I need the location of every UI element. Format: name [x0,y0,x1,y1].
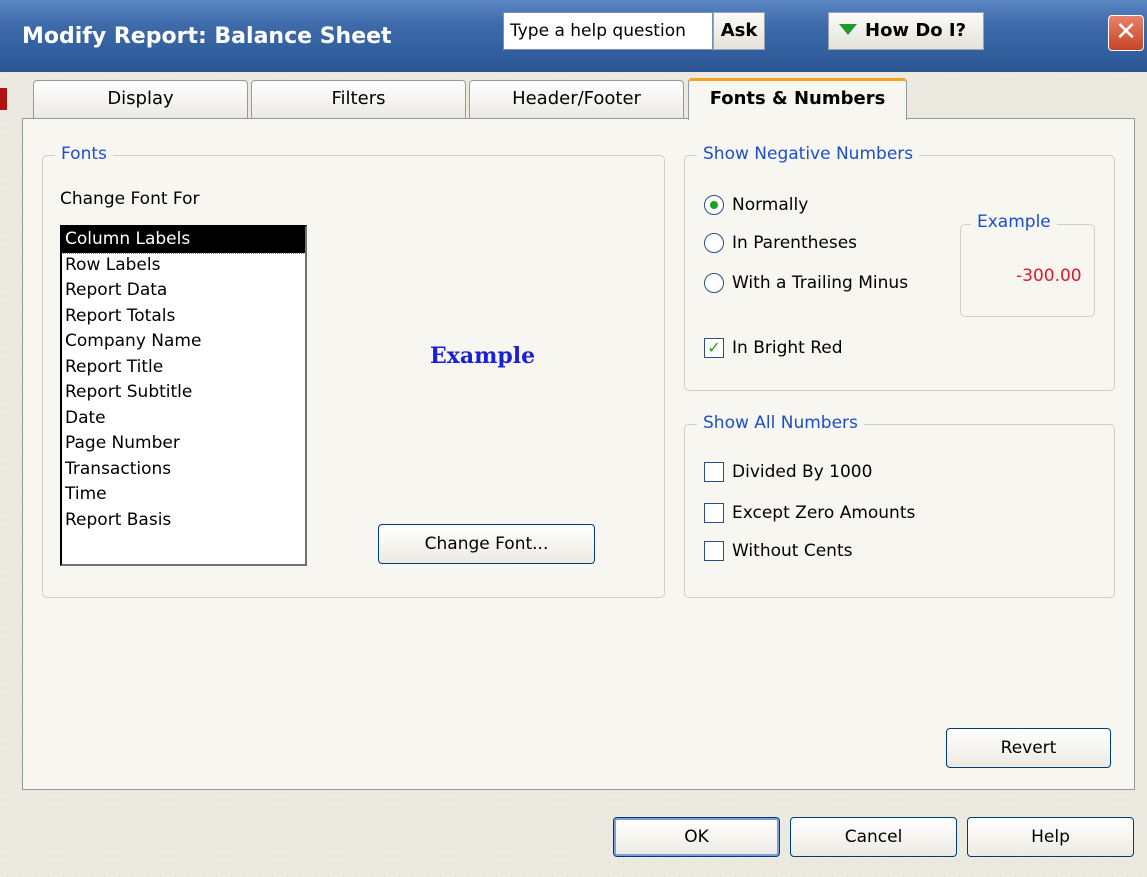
tab-header-footer[interactable]: Header/Footer [469,80,684,118]
font-element-listbox[interactable]: Column Labels Row Labels Report Data Rep… [60,225,307,566]
title-bar: Modify Report: Balance Sheet Type a help… [0,0,1147,72]
tab-fonts-numbers-label: Fonts & Numbers [709,88,886,109]
window-title: Modify Report: Balance Sheet [22,24,392,49]
list-item[interactable]: Report Basis [62,508,305,534]
tab-filters[interactable]: Filters [251,80,466,118]
list-item[interactable]: Page Number [62,431,305,457]
tab-filters-label: Filters [331,88,386,109]
ok-button[interactable]: OK [613,817,780,857]
radio-in-parentheses[interactable]: In Parentheses [704,233,857,253]
close-button[interactable]: ✕ [1108,15,1144,51]
checkbox-except-zero-label: Except Zero Amounts [732,503,916,523]
tab-header-footer-label: Header/Footer [512,88,641,109]
checkbox-without-cents-label: Without Cents [732,541,853,561]
checkbox-in-bright-red-label: In Bright Red [732,338,843,358]
checkbox-empty [704,541,724,561]
list-item[interactable]: Row Labels [62,253,305,279]
ask-button[interactable]: Ask [713,12,765,50]
list-item[interactable]: Report Title [62,355,305,381]
list-item[interactable]: Time [62,482,305,508]
list-item[interactable]: Report Totals [62,304,305,330]
negative-example-value: -300.00 [1016,266,1082,286]
negative-example-label: Example [971,212,1057,232]
checkbox-empty [704,503,724,523]
radio-trailing-minus-label: With a Trailing Minus [732,273,909,293]
radio-button [704,233,724,253]
radio-trailing-minus[interactable]: With a Trailing Minus [704,273,908,293]
radio-normally[interactable]: Normally [704,195,808,215]
list-item[interactable]: Transactions [62,457,305,483]
how-do-i-label: How Do I? [865,20,967,41]
checkbox-empty [704,462,724,482]
tab-display-label: Display [107,88,174,109]
fonts-group-label: Fonts [55,144,113,164]
revert-button[interactable]: Revert [946,728,1111,768]
tab-display[interactable]: Display [33,80,248,118]
how-do-i-button[interactable]: How Do I? [828,12,984,50]
dropdown-triangle-icon [839,23,857,35]
background-red-mark [0,88,7,110]
list-item[interactable]: Date [62,406,305,432]
checkbox-except-zero[interactable]: Except Zero Amounts [704,503,915,523]
tab-fonts-numbers[interactable]: Fonts & Numbers [688,78,907,120]
radio-button-selected [704,195,724,215]
help-question-input[interactable]: Type a help question [503,12,713,50]
negative-numbers-group-label: Show Negative Numbers [697,144,920,164]
radio-button [704,273,724,293]
radio-normally-label: Normally [732,195,809,215]
list-item[interactable]: Company Name [62,329,305,355]
checkbox-divided-by-1000-label: Divided By 1000 [732,462,873,482]
checkmark-icon: ✓ [704,338,724,358]
change-font-for-label: Change Font For [60,189,200,209]
list-item[interactable]: Report Subtitle [62,380,305,406]
change-font-button[interactable]: Change Font... [378,524,595,564]
list-item[interactable]: Report Data [62,278,305,304]
checkbox-divided-by-1000[interactable]: Divided By 1000 [704,462,872,482]
all-numbers-group-label: Show All Numbers [697,413,864,433]
checkbox-without-cents[interactable]: Without Cents [704,541,852,561]
list-item[interactable]: Column Labels [62,227,305,254]
radio-in-parentheses-label: In Parentheses [732,233,858,253]
checkbox-in-bright-red[interactable]: ✓ In Bright Red [704,338,843,358]
cancel-button[interactable]: Cancel [790,817,957,857]
font-example-text: Example [430,343,536,369]
help-button[interactable]: Help [967,817,1134,857]
